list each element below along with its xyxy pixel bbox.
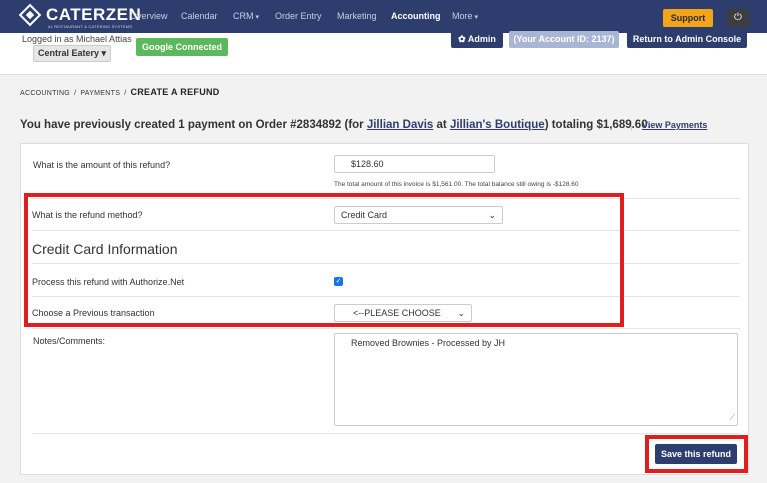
account-bar: Logged in as Michael Attias Central Eate…	[0, 31, 767, 75]
chevron-down-icon: ▾	[474, 14, 479, 21]
row-divider	[32, 328, 740, 329]
highlight-box-save	[645, 435, 748, 473]
notes-textarea[interactable]: Removed Brownies - Processed by JH ⟋	[334, 333, 738, 426]
account-id-badge: (Your Account ID: 2137)	[509, 31, 619, 48]
nav-marketing[interactable]: Marketing	[337, 0, 377, 33]
chevron-down-icon: ▾	[255, 14, 260, 21]
logo-diamond-icon	[18, 3, 42, 27]
amount-label: What is the amount of this refund?	[33, 160, 171, 170]
support-button[interactable]: Support	[663, 9, 713, 27]
company-link[interactable]: Jillian's Boutique	[450, 119, 545, 131]
logged-in-text: Logged in as Michael Attias	[22, 34, 132, 44]
notes-value: Removed Brownies - Processed by JH	[351, 338, 506, 348]
notes-label: Notes/Comments:	[33, 336, 106, 346]
headline-suffix: ) totaling $1,689.60.	[544, 119, 651, 131]
brand-name: CATERZEN	[46, 5, 142, 24]
power-icon: ⏻	[734, 12, 742, 23]
breadcrumb: ACCOUNTING / PAYMENTS / CREATE A REFUND	[20, 87, 220, 97]
return-admin-console-button[interactable]: Return to Admin Console	[627, 31, 747, 48]
admin-button[interactable]: ✿ Admin	[451, 31, 503, 48]
google-connected-badge[interactable]: Google Connected	[136, 38, 228, 56]
divider	[631, 121, 632, 131]
nav-order-entry[interactable]: Order Entry	[275, 0, 322, 33]
nav-crm[interactable]: CRM ▾	[233, 0, 259, 33]
headline-at: at	[433, 119, 450, 131]
caterzen-logo[interactable]: CATERZEN #1 RESTAURANT & CATERING SYSTEM…	[18, 3, 142, 29]
breadcrumb-current: CREATE A REFUND	[130, 87, 220, 97]
brand-tagline: #1 RESTAURANT & CATERING SYSTEMS	[48, 24, 133, 29]
page-headline: You have previously created 1 payment on…	[20, 119, 651, 131]
breadcrumb-separator: /	[124, 90, 127, 97]
breadcrumb-payments[interactable]: PAYMENTS	[80, 90, 120, 97]
nav-accounting[interactable]: Accounting	[391, 0, 441, 33]
resize-grip-icon[interactable]: ⟋	[729, 413, 735, 423]
nav-overview[interactable]: Overview	[130, 0, 168, 33]
client-link[interactable]: Jillian Davis	[367, 119, 433, 131]
headline-prefix: You have previously created 1 payment on…	[20, 119, 367, 131]
nav-more[interactable]: More ▾	[452, 0, 478, 33]
top-navbar: CATERZEN #1 RESTAURANT & CATERING SYSTEM…	[0, 0, 767, 33]
venue-dropdown[interactable]: Central Eatery ▾	[33, 45, 111, 62]
highlight-box-credit-card	[24, 193, 624, 327]
row-divider	[32, 433, 740, 434]
view-payments-link[interactable]: View Payments	[642, 120, 707, 130]
nav-calendar[interactable]: Calendar	[181, 0, 218, 33]
amount-help-text: The total amount of this invoice is $1,5…	[334, 181, 579, 188]
refund-amount-input[interactable]: $128.60	[334, 155, 495, 173]
breadcrumb-accounting[interactable]: ACCOUNTING	[20, 90, 70, 97]
breadcrumb-separator: /	[74, 90, 77, 97]
logout-button[interactable]: ⏻	[727, 9, 749, 27]
